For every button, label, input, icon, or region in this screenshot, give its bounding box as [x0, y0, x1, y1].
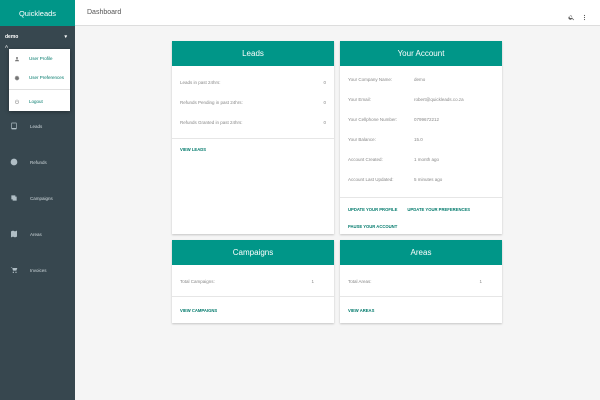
view-leads-link[interactable]: VIEW LEADS: [180, 147, 206, 152]
cart-icon: [10, 266, 18, 274]
sidebar-item-leads[interactable]: Leads: [0, 108, 75, 144]
page-title: Dashboard: [87, 9, 122, 16]
field-label: Account Created:: [348, 156, 383, 162]
stat-label: Total Campaigns:: [180, 278, 215, 284]
card-actions: VIEW AREAS: [340, 296, 502, 323]
stat-value: 0: [323, 119, 326, 125]
stat-row: Leads in past 24hrs: 0: [172, 72, 334, 92]
user-menu-toggle[interactable]: demo ▾: [0, 26, 75, 48]
account-row: Your Cellphone Number: 0799672212: [340, 109, 502, 129]
search-icon[interactable]: [568, 8, 575, 26]
stat-row: Refunds Pending in past 24hrs: 0: [172, 92, 334, 112]
leads-card: Leads Leads in past 24hrs: 0 Refunds Pend…: [172, 41, 334, 234]
field-value: 0799672212: [414, 116, 440, 122]
power-icon: [14, 99, 20, 105]
menu-item-label: Logout: [29, 99, 43, 104]
field-label: Your Balance:: [348, 136, 376, 142]
sidebar-item-label: Invoices: [30, 267, 47, 273]
stat-value: 0: [323, 99, 326, 105]
sidebar-item-campaigns[interactable]: Campaigns: [0, 180, 75, 216]
card-actions: VIEW CAMPAIGNS: [172, 296, 334, 323]
app-brand[interactable]: Quickleads: [0, 0, 75, 26]
card-title: Areas: [340, 240, 502, 265]
view-campaigns-link[interactable]: VIEW CAMPAIGNS: [180, 308, 217, 313]
sidebar-item-label: Areas: [30, 231, 42, 237]
update-preferences-link[interactable]: UPDATE YOUR PREFERENCES: [407, 207, 470, 212]
campaigns-card: Campaigns Total Campaigns: 1 VIEW CAMPAIG…: [172, 240, 334, 323]
areas-card: Areas Total Areas: 1 VIEW AREAS: [340, 240, 502, 323]
menu-item-user-profile[interactable]: User Profile: [9, 49, 70, 68]
sidebar-item-label: Campaigns: [30, 195, 53, 201]
gear-icon: [14, 75, 20, 81]
pause-account-link[interactable]: PAUSE YOUR ACCOUNT: [348, 224, 397, 229]
account-row: Account Last Updated: 5 minutes ago: [340, 169, 502, 189]
menu-item-user-preferences[interactable]: User Preferences: [9, 68, 70, 87]
stat-value: 1: [311, 278, 314, 284]
person-icon: [14, 56, 20, 62]
sidebar-item-areas[interactable]: Areas: [0, 216, 75, 252]
sidebar-item-refunds[interactable]: Refunds: [0, 144, 75, 180]
card-actions: UPDATE YOUR PROFILE UPDATE YOUR PREFEREN…: [340, 197, 502, 234]
stat-label: Leads in past 24hrs:: [180, 79, 221, 85]
more-vert-icon[interactable]: [581, 8, 588, 26]
map-icon: [10, 230, 18, 238]
field-value: demo: [414, 76, 426, 82]
menu-item-label: User Profile: [29, 56, 53, 61]
stat-label: Total Areas:: [348, 278, 372, 284]
field-value: 5 minutes ago: [414, 176, 443, 182]
account-row: Your Email: robert@quickleads.co.za: [340, 89, 502, 109]
card-title: Leads: [172, 41, 334, 66]
sidebar-item-invoices[interactable]: Invoices: [0, 252, 75, 288]
user-dropdown-menu: User Profile User Preferences Logout: [9, 49, 70, 111]
field-value: 1 month ago: [414, 156, 440, 162]
campaign-icon: [10, 194, 18, 202]
card-actions: VIEW LEADS: [172, 138, 334, 160]
menu-item-label: User Preferences: [29, 75, 65, 80]
menu-divider: [9, 89, 70, 90]
stat-label: Refunds Pending in past 24hrs:: [180, 99, 243, 105]
toolbar-actions: [568, 8, 588, 26]
user-subtitle: A: [5, 44, 9, 49]
stat-label: Refunds Granted in past 24hrs:: [180, 119, 243, 125]
user-name: demo: [5, 34, 19, 40]
sidebar-item-label: Leads: [30, 123, 43, 129]
top-bar: Dashboard: [75, 0, 600, 26]
stat-row: Refunds Granted in past 24hrs: 0: [172, 112, 334, 132]
chevron-down-icon: ▾: [64, 34, 67, 40]
stat-row: Total Campaigns: 1: [172, 271, 334, 291]
stat-value: 0: [323, 79, 326, 85]
stat-row: Total Areas: 1: [340, 271, 502, 291]
account-row: Your Company Name: demo: [340, 69, 502, 89]
refund-icon: [10, 158, 18, 166]
view-areas-link[interactable]: VIEW AREAS: [348, 308, 374, 313]
field-label: Your Company Name:: [348, 76, 393, 82]
account-row: Your Balance: 15.0: [340, 129, 502, 149]
field-label: Account Last Updated:: [348, 176, 394, 182]
sidebar-item-label: Refunds: [30, 159, 47, 165]
card-title: Campaigns: [172, 240, 334, 265]
field-label: Your Email:: [348, 96, 371, 102]
field-value: robert@quickleads.co.za: [414, 96, 464, 102]
update-profile-link[interactable]: UPDATE YOUR PROFILE: [348, 207, 397, 212]
sidebar-nav: Leads Refunds Campaigns Areas Invoices: [0, 108, 75, 288]
account-card: Your Account Your Company Name: demo Your…: [340, 41, 502, 234]
card-title: Your Account: [340, 41, 502, 66]
field-value: 15.0: [414, 136, 423, 142]
account-row: Account Created: 1 month ago: [340, 149, 502, 169]
tablet-icon: [10, 122, 18, 130]
field-label: Your Cellphone Number:: [348, 116, 398, 122]
menu-item-logout[interactable]: Logout: [9, 92, 70, 111]
stat-value: 1: [479, 278, 482, 284]
